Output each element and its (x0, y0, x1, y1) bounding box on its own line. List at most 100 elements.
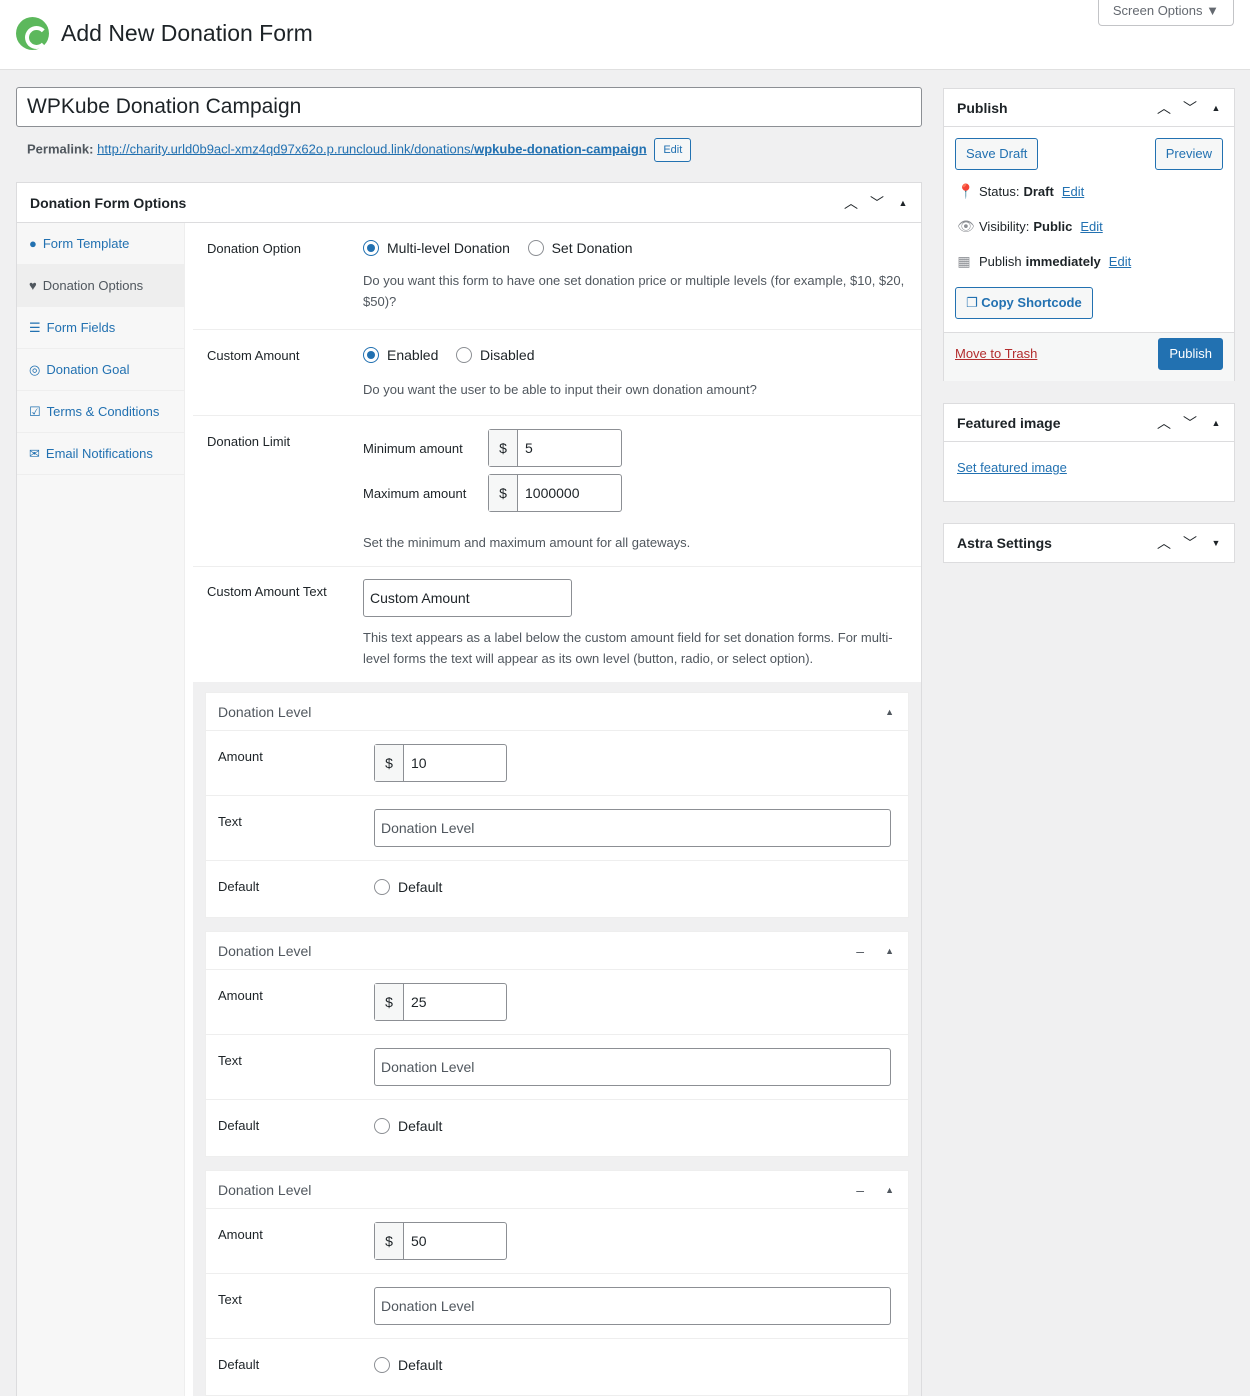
publish-button[interactable]: Publish (1158, 338, 1223, 370)
level-text-label: Text (218, 1053, 242, 1068)
collapse-toggle-icon[interactable]: ▲ (895, 183, 911, 223)
status-edit-link[interactable]: Edit (1062, 184, 1084, 199)
copy-shortcode-button[interactable]: ❐ Copy Shortcode (955, 287, 1093, 319)
move-up-icon[interactable]: ︿ (843, 183, 859, 223)
min-amount-value: 5 (525, 440, 533, 456)
level-default-label: Default (218, 1357, 260, 1372)
level-default-option: Default (398, 878, 443, 895)
page-title: Add New Donation Form (61, 20, 313, 46)
level-amount-input[interactable]: $10 (374, 744, 507, 782)
donation-level-3: Donation Level – ▲ Amount $50 Text Donation … (205, 1170, 909, 1396)
publish-title: Publish (957, 100, 1008, 116)
post-title-input[interactable]: WPKube Donation Campaign (16, 87, 922, 127)
eye-icon: 👁 (957, 218, 975, 234)
donation-form-options-box: Donation Form Options ︿ ﹀ ▲ ● Form Templa… (16, 182, 922, 1396)
level-header: Donation Level – ▲ (206, 932, 908, 970)
permalink-row: Permalink: http://charity.urld0b9acl-xmz… (27, 138, 692, 162)
target-icon: ◎ (29, 361, 41, 377)
custom-amount-label: Custom Amount (207, 348, 300, 363)
calendar-icon: ▦ (957, 253, 971, 269)
currency-symbol: $ (489, 475, 518, 511)
custom-amount-row: Custom Amount Enabled Disabled Do you wa… (193, 330, 921, 416)
copy-icon: ❐ (966, 295, 978, 310)
multi-level-label: Multi-level Donation (387, 239, 510, 256)
donation-level-1: Donation Level ▲ Amount $10 Text Donation L… (205, 692, 909, 918)
publish-when: immediately (1025, 254, 1101, 269)
custom-amount-text-input[interactable]: Custom Amount (363, 579, 572, 617)
move-up-icon[interactable]: ︿ (1156, 89, 1172, 127)
max-amount-input[interactable]: $1000000 (488, 474, 622, 512)
collapse-toggle-icon[interactable]: ▲ (885, 693, 894, 731)
level-amount-label: Amount (218, 1227, 263, 1242)
status-value: Draft (1023, 184, 1054, 199)
options-sidebar: ● Form Template ♥ Donation Options ☰ Form F… (17, 223, 185, 1396)
permalink-edit-button[interactable]: Edit (654, 138, 692, 162)
sidebar-item-form-template[interactable]: ● Form Template (17, 223, 184, 265)
level-default-radio[interactable] (374, 1117, 390, 1134)
heart-icon: ♥ (29, 278, 37, 293)
min-amount-input[interactable]: $5 (488, 429, 622, 467)
sidebar-item-donation-goal[interactable]: ◎ Donation Goal (17, 349, 184, 391)
donation-limit-label: Donation Limit (207, 434, 291, 449)
move-down-icon[interactable]: ﹀ (1182, 524, 1198, 562)
collapse-toggle-icon[interactable]: ▲ (1208, 404, 1224, 442)
expand-toggle-icon[interactable]: ▼ (1208, 524, 1224, 562)
level-default-label: Default (218, 879, 260, 894)
level-amount-input[interactable]: $25 (374, 983, 507, 1021)
level-default-option: Default (398, 1356, 443, 1373)
level-text-label: Text (218, 814, 242, 829)
pin-icon: 📍 (957, 183, 975, 199)
multi-level-radio[interactable] (363, 239, 379, 256)
collapse-toggle-icon[interactable]: ▲ (885, 932, 894, 970)
preview-button[interactable]: Preview (1154, 138, 1223, 170)
sidebar-item-terms-conditions[interactable]: ☑ Terms & Conditions (17, 391, 184, 433)
level-default-radio[interactable] (374, 1356, 390, 1373)
collapse-toggle-icon[interactable]: ▲ (1208, 89, 1224, 127)
level-default-radio[interactable] (374, 878, 390, 895)
level-text-label: Text (218, 1292, 242, 1307)
set-donation-label: Set Donation (551, 239, 633, 256)
custom-disabled-label: Disabled (480, 346, 535, 363)
visibility-value: Public (1033, 219, 1073, 234)
featured-title: Featured image (957, 415, 1061, 431)
move-up-icon[interactable]: ︿ (1156, 404, 1172, 442)
visibility-edit-link[interactable]: Edit (1080, 219, 1102, 234)
sidebar-item-email-notifications[interactable]: ✉ Email Notifications (17, 433, 184, 475)
custom-enabled-radio[interactable] (363, 346, 379, 363)
sidebar-item-form-fields[interactable]: ☰ Form Fields (17, 307, 184, 349)
publish-box: Publish ︿ ﹀ ▲ Save Draft Preview 📍 Status: D… (943, 88, 1235, 381)
save-draft-button[interactable]: Save Draft (955, 138, 1039, 170)
level-header: Donation Level ▲ (206, 693, 908, 731)
screen-options-button[interactable]: Screen Options ▼ (1097, 0, 1234, 26)
remove-level-icon[interactable]: – (856, 1171, 864, 1209)
set-featured-image-link[interactable]: Set featured image (957, 460, 1067, 475)
level-header: Donation Level – ▲ (206, 1171, 908, 1209)
donation-limit-row: Donation Limit Minimum amount $5 Maximum… (193, 416, 921, 567)
level-text-input[interactable]: Donation Level (374, 809, 891, 847)
move-down-icon[interactable]: ﹀ (1182, 404, 1198, 442)
custom-amount-desc: Do you want the user to be able to input… (363, 381, 757, 397)
max-amount-label: Maximum amount (363, 485, 467, 501)
level-amount-input[interactable]: $50 (374, 1222, 507, 1260)
move-down-icon[interactable]: ﹀ (869, 183, 885, 223)
remove-level-icon[interactable]: – (856, 932, 864, 970)
move-to-trash-link[interactable]: Move to Trash (955, 346, 1037, 361)
level-amount-label: Amount (218, 749, 263, 764)
custom-disabled-radio[interactable] (456, 346, 473, 363)
list-icon: ☰ (29, 319, 41, 335)
level-text-input[interactable]: Donation Level (374, 1048, 891, 1086)
set-donation-radio[interactable] (527, 239, 544, 256)
options-box-header: Donation Form Options ︿ ﹀ ▲ (17, 183, 921, 223)
level-text-input[interactable]: Donation Level (374, 1287, 891, 1325)
max-amount-value: 1000000 (525, 485, 580, 501)
collapse-toggle-icon[interactable]: ▲ (885, 1171, 894, 1209)
move-up-icon[interactable]: ︿ (1156, 524, 1172, 562)
move-down-icon[interactable]: ﹀ (1182, 89, 1198, 127)
publish-label: Publish (979, 254, 1022, 269)
sidebar-item-donation-options[interactable]: ♥ Donation Options (17, 265, 184, 307)
publish-edit-link[interactable]: Edit (1109, 254, 1131, 269)
astra-settings-box: Astra Settings ︿ ﹀ ▼ (943, 523, 1235, 563)
palette-icon: ● (29, 236, 37, 251)
permalink-link[interactable]: http://charity.urld0b9acl-xmz4qd97x62o.p… (97, 141, 647, 156)
astra-title: Astra Settings (957, 535, 1052, 551)
